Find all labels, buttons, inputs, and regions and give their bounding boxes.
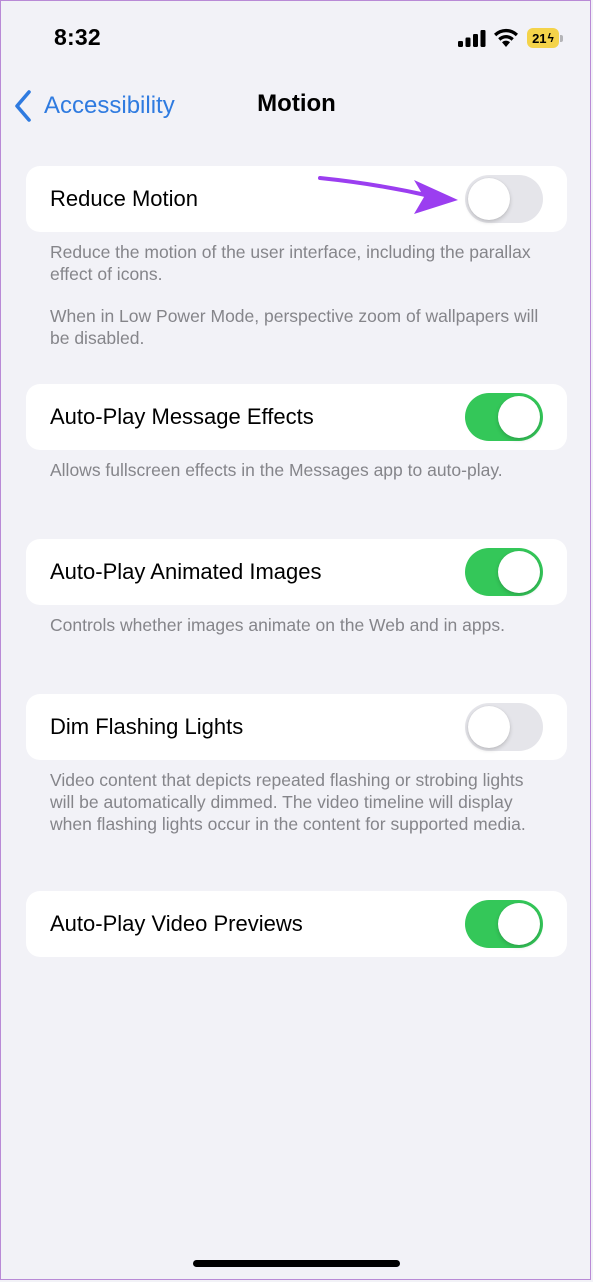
auto-play-animated-images-toggle[interactable]	[465, 548, 543, 596]
toggle-knob	[468, 178, 510, 220]
battery-tip	[560, 35, 563, 42]
battery-charging-icon: 21 ϟ	[527, 28, 563, 48]
toggle-knob	[498, 551, 540, 593]
bolt-icon: ϟ	[547, 31, 554, 45]
setting-auto-play-message-effects: Auto-Play Message Effects	[26, 384, 567, 450]
setting-auto-play-animated-images: Auto-Play Animated Images	[26, 539, 567, 605]
setting-label: Auto-Play Video Previews	[50, 911, 303, 936]
status-time: 8:32	[54, 24, 101, 50]
home-indicator[interactable]	[193, 1260, 400, 1267]
setting-footnote: Reduce the motion of the user interface,…	[50, 242, 531, 284]
setting-dim-flashing-lights: Dim Flashing Lights	[26, 694, 567, 760]
page-title: Motion	[257, 90, 336, 117]
setting-reduce-motion: Reduce Motion	[26, 166, 567, 232]
signal-icon	[458, 30, 486, 47]
auto-play-video-previews-toggle[interactable]	[465, 900, 543, 948]
setting-footnote: Video content that depicts repeated flas…	[50, 770, 526, 834]
setting-footnote: Controls whether images animate on the W…	[50, 615, 505, 635]
toggle-knob	[498, 903, 540, 945]
auto-play-message-effects-toggle[interactable]	[465, 393, 543, 441]
annotation-arrow-icon	[318, 176, 458, 214]
setting-footnote: Allows fullscreen effects in the Message…	[50, 460, 503, 480]
battery-level: 21	[532, 30, 547, 46]
setting-label: Dim Flashing Lights	[50, 714, 244, 739]
toggle-knob	[498, 396, 540, 438]
setting-footnote: When in Low Power Mode, perspective zoom…	[50, 306, 539, 348]
toggle-knob	[468, 706, 510, 748]
dim-flashing-lights-toggle[interactable]	[465, 703, 543, 751]
setting-label: Reduce Motion	[50, 186, 198, 211]
setting-label: Auto-Play Message Effects	[50, 404, 314, 429]
setting-label: Auto-Play Animated Images	[50, 559, 322, 584]
wifi-icon	[494, 28, 518, 47]
reduce-motion-toggle[interactable]	[465, 175, 543, 223]
setting-auto-play-video-previews: Auto-Play Video Previews	[26, 891, 567, 957]
status-bar: 8:32 21 ϟ	[0, 0, 593, 80]
battery-body: 21 ϟ	[527, 28, 559, 48]
